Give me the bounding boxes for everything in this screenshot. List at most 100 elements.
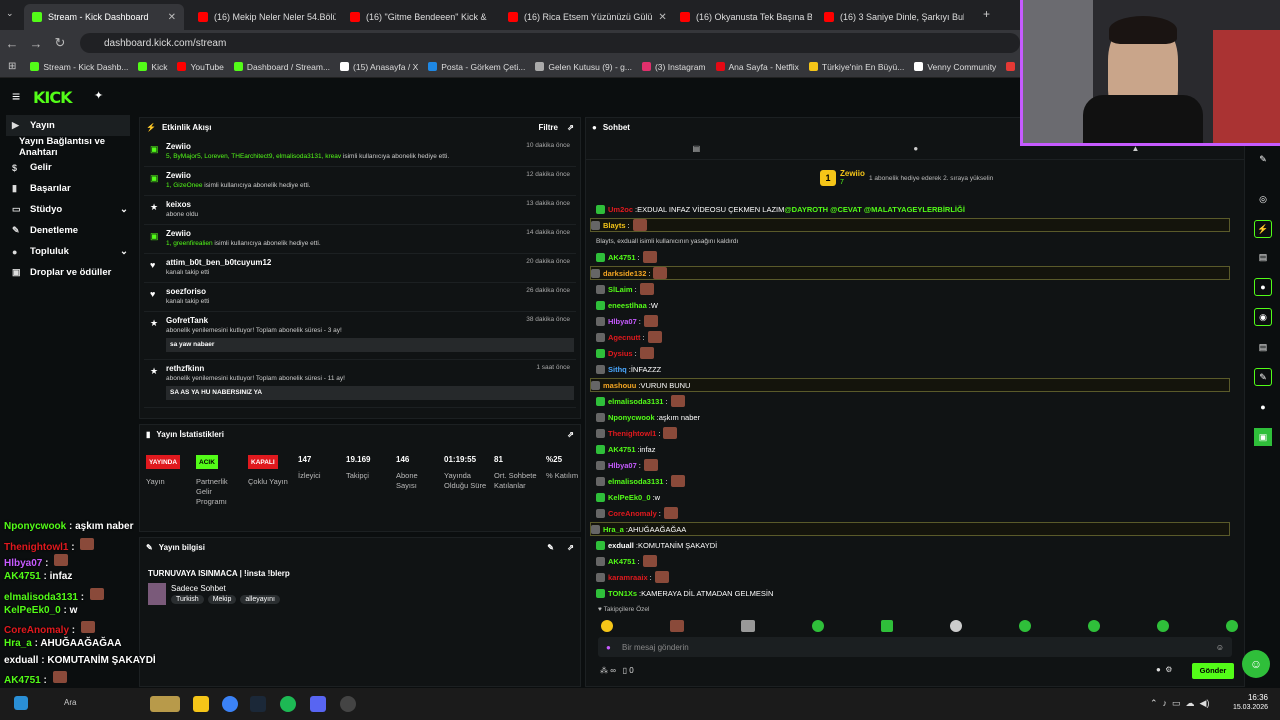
start-icon[interactable] <box>14 696 28 710</box>
send-button[interactable]: Gönder <box>1192 663 1234 679</box>
kick-logo[interactable]: KICK <box>33 88 72 107</box>
menu-icon[interactable]: ≡ <box>12 88 20 104</box>
mic-icon[interactable]: ● <box>606 643 611 652</box>
chat-username[interactable]: Dysius <box>608 349 633 358</box>
bookmark-4[interactable]: (15) Anasayfa / X <box>340 62 418 72</box>
sidebar-item-0[interactable]: ▶ Yayın <box>6 115 130 136</box>
explorer-icon[interactable] <box>193 696 209 712</box>
toolbar-tool-7[interactable]: ✎ <box>1254 368 1272 386</box>
toolbar-tool-0[interactable]: ✎ <box>1254 150 1272 168</box>
close-tab-icon[interactable]: ✕ <box>652 12 666 23</box>
tag-chip[interactable]: Mekip <box>207 595 237 604</box>
popout-icon[interactable]: ⇗ <box>567 123 574 132</box>
chat-username[interactable]: Um2oc <box>608 205 633 214</box>
tab-5[interactable]: (16) 3 Saniye Dinle, Şarkıyı Bul!✕ <box>816 4 964 30</box>
tab-2[interactable]: (16) "Gitme Bendeeen" Kick &✕ <box>342 4 492 30</box>
bookmark-3[interactable]: Dashboard / Stream... <box>233 62 330 72</box>
chat-username[interactable]: Hlbya07 <box>608 461 637 470</box>
emote-10[interactable] <box>1226 620 1238 632</box>
search-box[interactable]: Ara <box>64 698 76 707</box>
toolbar-tool-6[interactable]: ▤ <box>1254 338 1272 356</box>
chat-username[interactable]: AK4751 <box>608 253 636 262</box>
sidebar-item-3[interactable]: ▮ Başarılar <box>0 178 138 199</box>
chat-username[interactable]: exduall <box>608 541 634 550</box>
chat-username[interactable]: eneestlhaa <box>608 301 647 310</box>
bookmark-6[interactable]: Gelen Kutusu (9) - g... <box>535 62 632 72</box>
bookmark-10[interactable]: Venny Community <box>914 62 996 72</box>
sidebar-item-6[interactable]: ● Topluluk ⌄ <box>0 241 138 262</box>
emote-1[interactable] <box>601 620 613 632</box>
bookmark-2[interactable]: YouTube <box>177 62 224 72</box>
edit-icon[interactable]: ✎ <box>547 543 554 552</box>
chat-settings-icons[interactable]: ● ⚙ <box>1156 665 1172 674</box>
toolbar-tool-4[interactable]: ● <box>1254 278 1272 296</box>
tab-3[interactable]: (16) Rica Etsem Yüzünüzü Gülü ✕ <box>500 4 666 30</box>
assist-fab[interactable]: ☺ <box>1242 650 1270 678</box>
tag-chip[interactable]: alleyayını <box>240 595 280 604</box>
chat-username[interactable]: elmalisoda3131 <box>608 477 663 486</box>
tab-1[interactable]: (16) Mekip Neler Neler 54.Bölü✕ <box>190 4 336 30</box>
chat-username[interactable]: TON1Xs <box>608 589 637 598</box>
bookmark-9[interactable]: Türkiye'nin En Büyü... <box>808 62 904 72</box>
chat-username[interactable]: CoreAnomaly <box>608 509 657 518</box>
bookmark-0[interactable]: Stream - Kick Dashb... <box>30 62 128 72</box>
tab-search-icon[interactable]: ⌄ <box>6 8 14 19</box>
trash-icon[interactable]: ▤ <box>693 144 701 153</box>
chevron-down-icon[interactable]: ⌄ <box>120 246 128 257</box>
emote-3[interactable] <box>741 620 755 632</box>
chat-username[interactable]: darkside132 <box>603 269 646 278</box>
emote-8[interactable] <box>1088 620 1100 632</box>
chat-username[interactable]: Blayts <box>603 221 626 230</box>
emote-5[interactable] <box>881 620 893 632</box>
toolbar-tool-5[interactable]: ◉ <box>1254 308 1272 326</box>
toolbar-tool-8[interactable]: ● <box>1254 398 1272 416</box>
chat-username[interactable]: Sithq <box>608 365 627 374</box>
chat-username[interactable]: Agecnutt <box>608 333 641 342</box>
chat-username[interactable]: KelPeEk0_0 <box>608 493 651 502</box>
obs-icon[interactable] <box>340 696 356 712</box>
popout-icon[interactable]: ⇗ <box>567 430 574 439</box>
back-icon[interactable]: ← <box>0 36 24 51</box>
chat-input[interactable]: ● Bir mesaj gönderin ☺ <box>598 637 1232 657</box>
chat-username[interactable]: Hlbya07 <box>608 317 637 326</box>
new-tab-icon[interactable]: + <box>983 7 990 21</box>
chrome-icon[interactable] <box>222 696 238 712</box>
filter-button[interactable]: Filtre <box>538 123 558 132</box>
bookmark-8[interactable]: Ana Sayfa - Netflix <box>715 62 799 72</box>
popout-icon[interactable]: ⇗ <box>567 543 574 552</box>
tab-4[interactable]: (16) Okyanusta Tek Başına Bulu✕ <box>672 4 812 30</box>
chat-username[interactable]: SlLaim <box>608 285 633 294</box>
toolbar-tool-1[interactable]: ◎ <box>1254 190 1272 208</box>
steam-icon[interactable] <box>250 696 266 712</box>
tag-chip[interactable]: Turkish <box>171 595 204 604</box>
apps-icon[interactable]: ⊞ <box>8 61 16 72</box>
url-input[interactable]: dashboard.kick.com/stream <box>80 33 1020 53</box>
emote-9[interactable] <box>1157 620 1169 632</box>
chat-username[interactable]: AK4751 <box>608 557 636 566</box>
chat-username[interactable]: Nponycwook <box>608 413 655 422</box>
sidebar-item-7[interactable]: ▣ Droplar ve ödüller <box>0 262 138 283</box>
toolbar-tool-3[interactable]: ▤ <box>1254 248 1272 266</box>
tab-0[interactable]: Stream - Kick Dashboard ✕ <box>24 4 184 30</box>
bubble-icon[interactable]: ● <box>913 144 918 153</box>
sidebar-item-4[interactable]: ▭ Stüdyo ⌄ <box>0 199 138 220</box>
close-tab-icon[interactable]: ✕ <box>162 12 176 23</box>
chat-username[interactable]: Hra_a <box>603 525 624 534</box>
sidebar-item-2[interactable]: $ Gelir <box>0 157 138 178</box>
toolbar-tool-2[interactable]: ⚡ <box>1254 220 1272 238</box>
spotify-icon[interactable] <box>280 696 296 712</box>
emote-2[interactable] <box>670 620 684 632</box>
tray-icons[interactable]: ⌃ ♪ ▭ ☁ ◀) <box>1150 698 1209 709</box>
pin-icon[interactable]: ✦ <box>94 89 103 102</box>
chat-username[interactable]: mashouu <box>603 381 636 390</box>
emoji-icon[interactable]: ☺ <box>1216 643 1224 652</box>
sidebar-item-5[interactable]: ✎ Denetleme <box>0 220 138 241</box>
reload-icon[interactable]: ↻ <box>48 35 72 51</box>
chat-username[interactable]: Thenightowl1 <box>608 429 656 438</box>
chevron-down-icon[interactable]: ⌄ <box>120 204 128 215</box>
chat-username[interactable]: AK4751 <box>608 445 636 454</box>
chat-username[interactable]: elmalisoda3131 <box>608 397 663 406</box>
chat-username[interactable]: karamraaix <box>608 573 648 582</box>
game-icon[interactable] <box>150 696 180 712</box>
bookmark-1[interactable]: Kick <box>138 62 167 72</box>
